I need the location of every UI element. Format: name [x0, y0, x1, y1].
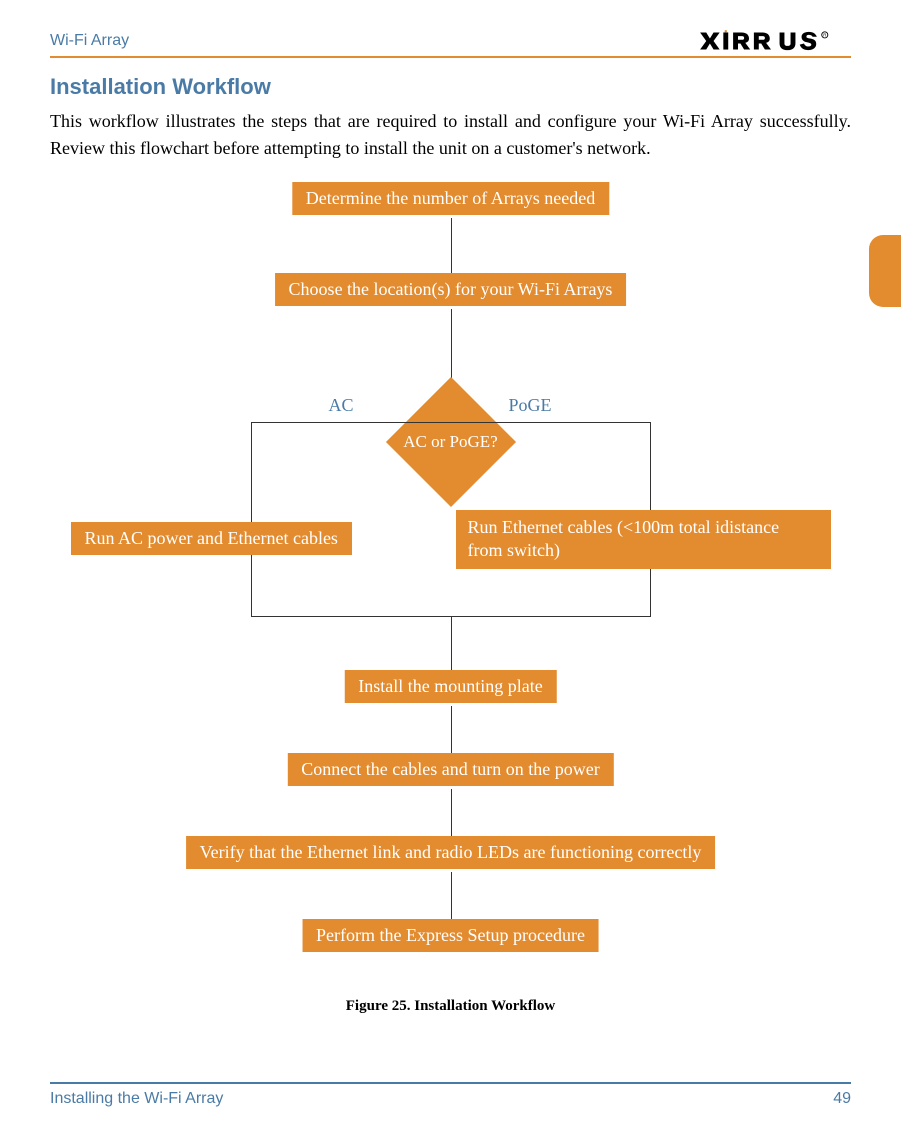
brand-logo: R: [691, 30, 851, 52]
footer-section-name: Installing the Wi-Fi Array: [50, 1090, 223, 1108]
section-heading: Installation Workflow: [50, 74, 851, 100]
header-product-name: Wi-Fi Array: [50, 32, 129, 50]
branch-label-ac: AC: [329, 395, 354, 416]
flow-step-connect-cables: Connect the cables and turn on the power: [287, 753, 613, 786]
page-tab: [869, 235, 901, 307]
connector-line: [451, 706, 452, 753]
flow-step-express-setup: Perform the Express Setup procedure: [302, 919, 599, 952]
flow-step-run-poge: Run Ethernet cables (<100m total idistan…: [456, 510, 831, 569]
flow-step-choose-locations: Choose the location(s) for your Wi-Fi Ar…: [275, 273, 627, 306]
intro-paragraph: This workflow illustrates the steps that…: [50, 108, 851, 162]
flow-step-verify-leds: Verify that the Ethernet link and radio …: [186, 836, 716, 869]
connector-line: [451, 218, 452, 273]
svg-text:R: R: [823, 33, 826, 38]
connector-line: [451, 789, 452, 836]
connector-line: [451, 872, 452, 919]
connector-line: [451, 309, 452, 383]
flow-step-run-ac: Run AC power and Ethernet cables: [71, 522, 352, 555]
flowchart: Determine the number of Arrays needed Ch…: [71, 182, 831, 1002]
flow-step-install-plate: Install the mounting plate: [344, 670, 556, 703]
page-footer: Installing the Wi-Fi Array 49: [50, 1082, 851, 1108]
page-header: Wi-Fi Array R: [50, 30, 851, 58]
flow-step-determine-arrays: Determine the number of Arrays needed: [292, 182, 609, 215]
footer-page-number: 49: [833, 1090, 851, 1108]
connector-line: [451, 617, 452, 670]
